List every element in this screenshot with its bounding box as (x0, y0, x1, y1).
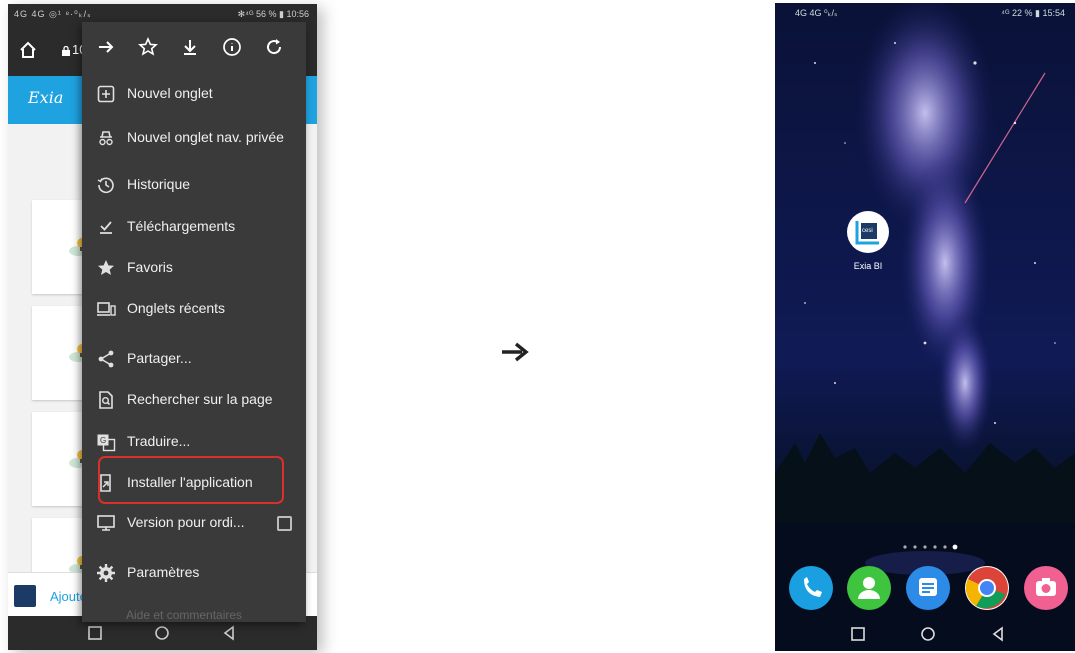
star-icon (98, 260, 114, 275)
share-icon (98, 350, 114, 368)
menu-item-label: Version pour ordi... (127, 514, 245, 530)
menu-item-label: Partager... (127, 350, 192, 366)
menu-item-label: Téléchargements (127, 218, 236, 234)
back-icon[interactable] (989, 625, 1007, 643)
menu-item-incognito[interactable]: Nouvel onglet nav. privée (82, 118, 306, 159)
app-icon-text: cesi (862, 228, 873, 234)
camera-icon (1036, 578, 1056, 596)
menu-item-settings[interactable]: Paramètres (82, 553, 306, 594)
site-logo[interactable]: Exia (28, 88, 63, 107)
back-icon[interactable] (220, 624, 238, 642)
android-nav-bar (775, 617, 1075, 651)
cesi-app-icon (14, 585, 36, 607)
incognito-icon (99, 131, 113, 146)
menu-item-label: Traduire... (127, 433, 191, 449)
chrome-icon (965, 567, 1008, 609)
phone-icon (804, 577, 822, 597)
home-button-icon[interactable] (153, 624, 171, 642)
recent-apps-icon[interactable] (849, 625, 867, 643)
menu-item-label: Favoris (127, 259, 173, 275)
dock-contacts-app[interactable] (847, 566, 891, 610)
status-right: ⁴ᴳ 22 % ▮ 15:54 (1001, 8, 1065, 18)
bookmark-star-icon[interactable] (138, 37, 158, 57)
dock-chrome-app[interactable] (965, 566, 1009, 610)
dock-messages-app[interactable] (906, 566, 950, 610)
menu-item-new-tab[interactable]: Nouvel onglet (82, 74, 306, 115)
menu-item-label: Nouvel onglet nav. privée (127, 129, 284, 145)
lock-icon (62, 46, 70, 56)
status-left: 4G 4G ◎¹ ⁸·⁰ₖ/ₛ (14, 9, 92, 19)
desktop-icon (97, 515, 115, 531)
menu-item-desktop-version[interactable]: Version pour ordi... (82, 503, 306, 544)
messages-icon (919, 578, 937, 596)
exia-bi-app-icon[interactable]: cesi (847, 211, 889, 253)
right-phone-screenshot: 4G 4G ⁰ₖ/ₛ ⁴ᴳ 22 % ▮ 15:54 cesi Exia BI (775, 3, 1075, 651)
svg-text:G: G (100, 436, 106, 445)
menu-item-favorites[interactable]: Favoris (82, 248, 306, 289)
status-right: ✻⁴ᴳ 56 % ▮ 10:56 (237, 9, 309, 19)
menu-item-help-faded[interactable]: Aide et commentaires (126, 608, 242, 622)
page-indicator-dots (903, 544, 958, 550)
translate-icon: G (97, 434, 116, 452)
menu-item-label: Historique (127, 176, 191, 192)
info-icon[interactable] (222, 37, 242, 57)
menu-item-label: Nouvel onglet (127, 85, 213, 101)
status-bar: 4G 4G ⁰ₖ/ₛ ⁴ᴳ 22 % ▮ 15:54 (775, 3, 1075, 25)
new-tab-icon (97, 85, 115, 103)
forward-arrow-icon[interactable] (96, 37, 116, 57)
status-left: 4G 4G ⁰ₖ/ₛ (795, 8, 838, 18)
menu-item-share[interactable]: Partager... (82, 339, 306, 380)
browser-overflow-menu: Nouvel onglet Nouvel onglet nav. privée … (82, 22, 306, 622)
home-icon[interactable] (18, 40, 38, 60)
galaxy-wallpaper (775, 3, 1075, 651)
right-arrow-icon (502, 342, 529, 362)
app-label: Exia BI (853, 261, 883, 271)
install-app-highlight-box (98, 456, 284, 504)
dock-phone-app[interactable] (789, 566, 833, 610)
recent-apps-icon[interactable] (86, 624, 104, 642)
menu-toolbar (82, 22, 306, 72)
home-button-icon[interactable] (919, 625, 937, 643)
menu-item-history[interactable]: Historique (82, 165, 306, 206)
download-check-icon (100, 221, 112, 234)
dock-camera-app[interactable] (1024, 566, 1068, 610)
download-icon[interactable] (180, 37, 200, 57)
recent-tabs-icon (97, 302, 116, 316)
menu-item-downloads[interactable]: Téléchargements (82, 207, 306, 248)
reload-icon[interactable] (264, 37, 284, 57)
contacts-icon (858, 577, 880, 599)
desktop-version-checkbox[interactable] (277, 516, 292, 531)
settings-gear-icon (97, 564, 115, 582)
menu-item-label: Onglets récents (127, 300, 226, 316)
menu-item-recent-tabs[interactable]: Onglets récents (82, 289, 306, 330)
menu-item-find-in-page[interactable]: Rechercher sur la page (82, 380, 306, 421)
history-icon (97, 177, 114, 194)
menu-item-label: Rechercher sur la page (127, 391, 273, 407)
menu-item-label: Paramètres (127, 564, 200, 580)
find-in-page-icon (99, 391, 113, 409)
